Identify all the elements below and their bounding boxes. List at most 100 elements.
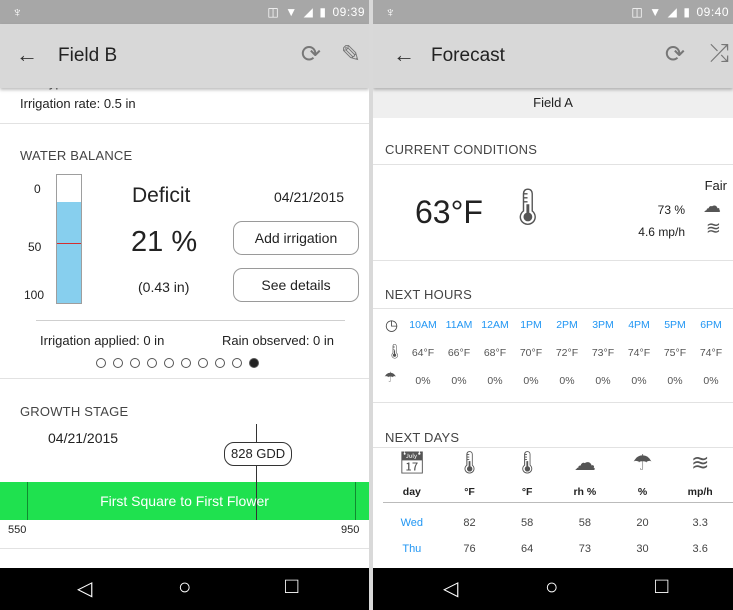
hour-cell: 3PM: [592, 319, 614, 331]
page-dot[interactable]: [164, 358, 174, 368]
nav-home-icon[interactable]: ○: [178, 574, 191, 600]
field-b-screen: ♆ ◫▼◢▮09:39 ← Field B ⟳ ✎ Soil type: San…: [0, 0, 369, 610]
hour-cell: 74°F: [699, 347, 723, 359]
day-value: 30: [636, 543, 649, 555]
growth-stage-header: GROWTH STAGE: [20, 404, 129, 419]
growth-date: 04/21/2015: [48, 430, 119, 446]
day-row[interactable]: Thu 76 64 73 30 3.6: [383, 536, 729, 562]
page-dot[interactable]: [181, 358, 191, 368]
refresh-icon[interactable]: ⟳: [301, 40, 321, 69]
hour-cell: 0%: [451, 375, 467, 387]
status-bar: ♆ ◫ ▼ ◢ ▮ 09:40: [373, 0, 733, 24]
growth-stage-label: First Square to First Flower: [100, 493, 269, 509]
hour-cell: 11AM: [445, 319, 473, 331]
hour-cell: 5PM: [664, 319, 686, 331]
thermometer-icon: 🌡︎: [513, 450, 542, 475]
summary-divider: [36, 320, 345, 321]
nav-recent-apps-icon[interactable]: □: [285, 573, 298, 599]
edit-pencil-icon[interactable]: ✎: [341, 40, 361, 69]
humidity-text: 73 %: [657, 203, 685, 217]
day-column-header: rh %: [573, 486, 597, 498]
back-arrow-icon[interactable]: ←: [16, 42, 38, 68]
day-row[interactable]: Wed 82 58 58 20 3.3: [383, 510, 729, 536]
hour-cell: 0%: [703, 375, 719, 387]
gdd-badge: 828 GDD: [224, 442, 293, 466]
axis-label-50: 50: [28, 240, 42, 254]
shuffle-icon[interactable]: ⤮: [710, 40, 729, 68]
hour-cell: 73°F: [591, 347, 615, 359]
page-title: Field B: [58, 45, 118, 66]
growth-stage-bar: First Square to First Flower: [0, 482, 369, 520]
add-irrigation-button[interactable]: Add irrigation: [233, 221, 359, 255]
battery-icon: ▮: [683, 5, 691, 19]
hour-cell: 2PM: [556, 319, 578, 331]
hour-cell: 0%: [595, 375, 611, 387]
page-dot[interactable]: [232, 358, 242, 368]
divider: [0, 123, 369, 124]
current-temperature: 63°F: [415, 194, 483, 230]
balance-amount: (0.43 in): [138, 279, 190, 295]
balance-date: 04/21/2015: [274, 189, 345, 205]
hour-cell: 68°F: [483, 347, 507, 359]
back-arrow-icon[interactable]: ←: [393, 42, 415, 68]
balance-percent: 21 %: [131, 226, 198, 258]
status-bar: ♆ ◫ ▼ ◢ ▮ 09:39: [0, 0, 369, 24]
nav-recent-apps-icon[interactable]: □: [655, 573, 668, 599]
see-details-button[interactable]: See details: [233, 268, 359, 302]
hour-cell: 0%: [667, 375, 683, 387]
divider: [373, 402, 733, 403]
thermometer-small-icon: 🌡︎: [386, 343, 404, 359]
nav-back-icon[interactable]: ◁: [443, 576, 458, 601]
signal-icon: ◢: [303, 5, 314, 19]
divider: [0, 378, 369, 379]
irrigation-rate-text: Irrigation rate: 0.5 in: [20, 96, 136, 111]
page-dot[interactable]: [130, 358, 140, 368]
water-level-gauge: [56, 174, 82, 304]
day-column-header: °F: [464, 486, 475, 498]
clock-icon: ◷: [385, 317, 399, 334]
status-icons: ◫ ▼ ◢ ▮ 09:39: [261, 5, 365, 19]
hour-temps-row: 64°F 66°F 68°F 70°F 72°F 73°F 74°F 75°F 74°F: [405, 347, 733, 359]
hour-cell: 0%: [523, 375, 539, 387]
wifi-icon: ▼: [285, 5, 298, 19]
day-name: Wed: [400, 517, 424, 529]
battery-icon: ▮: [319, 5, 327, 19]
table-divider: [383, 502, 733, 503]
page-indicator: [96, 358, 266, 368]
next-days-header: NEXT DAYS: [385, 430, 460, 445]
divider: [373, 260, 733, 261]
status-icons: ◫ ▼ ◢ ▮ 09:40: [625, 5, 729, 19]
axis-label-100: 100: [24, 288, 45, 302]
day-name: Thu: [402, 543, 422, 555]
rain-observed-text: Rain observed: 0 in: [222, 333, 335, 348]
cloud-icon: ☁︎: [703, 196, 721, 216]
hour-cell: 0%: [415, 375, 431, 387]
day-value: 64: [521, 543, 534, 555]
day-value: 73: [578, 543, 591, 555]
page-dot[interactable]: [198, 358, 208, 368]
hour-precip-row: 0% 0% 0% 0% 0% 0% 0% 0% 0%: [405, 375, 733, 387]
day-value: 58: [521, 517, 534, 529]
calendar-icon: 📅︎: [397, 450, 426, 475]
page-dot[interactable]: [96, 358, 106, 368]
day-value: 76: [463, 543, 476, 555]
day-columns-header: day °F °F rh %% mp/h: [383, 486, 729, 498]
page-dot[interactable]: [147, 358, 157, 368]
wifi-icon: ▼: [649, 5, 662, 19]
day-value: 3.6: [692, 543, 708, 555]
hour-cell: 0%: [631, 375, 647, 387]
hour-cell: 66°F: [447, 347, 471, 359]
nav-back-icon[interactable]: ◁: [77, 576, 92, 601]
page-dot[interactable]: [249, 358, 259, 368]
clock: 09:39: [332, 5, 365, 19]
nav-home-icon[interactable]: ○: [545, 574, 558, 600]
wind-icon: ≋: [705, 218, 721, 238]
page-dot[interactable]: [113, 358, 123, 368]
day-value: 82: [463, 517, 476, 529]
refresh-icon[interactable]: ⟳: [665, 40, 685, 69]
day-column-header: mp/h: [687, 486, 713, 498]
divider: [0, 548, 369, 549]
hour-cell: 12AM: [481, 319, 509, 331]
page-dot[interactable]: [215, 358, 225, 368]
system-nav-bar: ◁ ○ □: [0, 568, 369, 610]
